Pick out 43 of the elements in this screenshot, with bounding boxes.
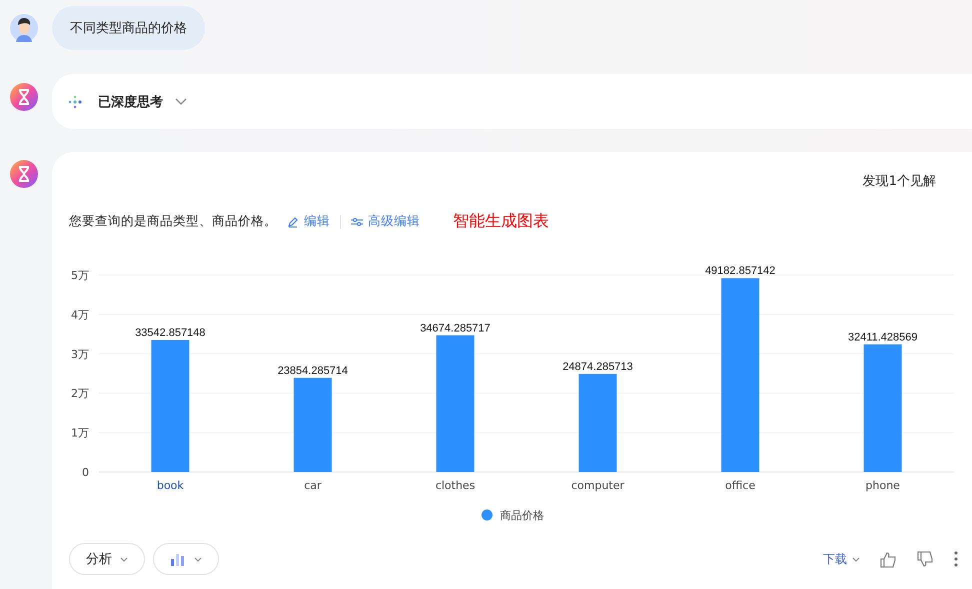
hourglass-icon xyxy=(10,160,38,188)
value-label: 23854.285714 xyxy=(278,364,348,377)
value-label: 49182.857142 xyxy=(705,265,776,278)
thumbs-down-icon[interactable] xyxy=(917,550,934,568)
y-tick-label: 4万 xyxy=(71,308,89,322)
advanced-edit-link[interactable]: 高级编辑 xyxy=(351,213,420,230)
chevron-icon xyxy=(175,98,187,106)
thinking-toggle[interactable]: 已深度思考 xyxy=(98,92,187,110)
chevron-icon xyxy=(852,556,860,562)
y-tick-label: 2万 xyxy=(71,387,89,400)
value-label: 24874.285713 xyxy=(562,360,633,373)
hourglass-icon xyxy=(10,83,38,111)
y-tick-label: 3万 xyxy=(71,348,89,361)
y-tick-label: 0 xyxy=(82,466,89,479)
user-avatar-icon xyxy=(10,14,38,42)
x-tick-label: car xyxy=(304,479,322,492)
y-tick-label: 5万 xyxy=(71,269,89,282)
pencil-icon xyxy=(287,216,299,228)
bar-chart-icon xyxy=(170,552,186,566)
x-tick-label: book xyxy=(156,479,184,492)
x-tick-label: phone xyxy=(866,479,900,492)
chart-type-button[interactable] xyxy=(153,543,219,575)
value-label: 33542.857148 xyxy=(135,327,206,339)
value-label: 34674.285717 xyxy=(420,322,490,334)
x-tick-label: computer xyxy=(571,479,624,492)
x-tick-label: clothes xyxy=(435,479,476,492)
chevron-icon xyxy=(120,556,128,562)
sliders-icon xyxy=(351,216,363,226)
insight-count: 发现1个见解 xyxy=(862,173,936,190)
more-icon[interactable] xyxy=(954,551,958,567)
thumbs-up-icon[interactable] xyxy=(880,550,897,568)
user-message: 不同类型商品的价格 xyxy=(52,6,205,50)
download-button[interactable]: 下载 xyxy=(823,550,860,568)
query-summary: 您要查询的是商品类型、商品价格。 xyxy=(69,213,277,230)
sparkle-icon xyxy=(68,94,82,108)
x-tick-label: office xyxy=(725,479,756,492)
legend-label: 商品价格 xyxy=(500,509,544,522)
analyze-button[interactable]: 分析 xyxy=(69,543,145,575)
chevron-icon xyxy=(194,556,202,562)
value-label: 32411.428569 xyxy=(848,331,918,344)
generated-note: 智能生成图表 xyxy=(453,211,549,232)
edit-link[interactable]: 编辑 xyxy=(287,213,330,230)
y-tick-label: 1万 xyxy=(71,426,89,440)
